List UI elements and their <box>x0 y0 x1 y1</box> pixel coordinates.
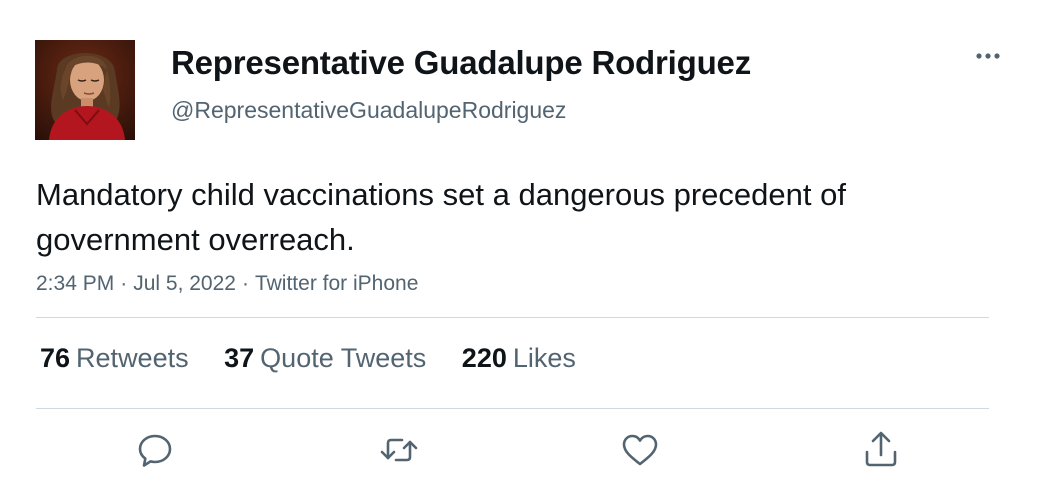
likes-count: 220 <box>461 343 507 373</box>
avatar-image <box>35 40 135 140</box>
retweets-label: Retweets <box>76 343 189 373</box>
quote-tweets-count: 37 <box>224 343 255 373</box>
avatar[interactable] <box>35 40 135 140</box>
share-button[interactable] <box>859 428 903 472</box>
likes-label: Likes <box>512 343 576 373</box>
retweets-count: 76 <box>40 343 71 373</box>
author-display-name[interactable]: Representative Guadalupe Rodriguez <box>171 44 751 82</box>
author-handle[interactable]: @RepresentativeGuadalupeRodriguez <box>171 97 566 124</box>
reply-icon <box>138 434 172 467</box>
quote-tweets-label: Quote Tweets <box>260 343 427 373</box>
more-options-button[interactable] <box>968 44 1008 68</box>
tweet-stats: 76 Retweets 37 Quote Tweets 220 Likes <box>40 343 604 374</box>
meta-separator: · <box>241 272 249 295</box>
tweet-date[interactable]: Jul 5, 2022 <box>133 272 236 295</box>
tweet-time[interactable]: 2:34 PM <box>36 272 114 295</box>
heart-icon <box>622 434 658 466</box>
like-button[interactable] <box>618 428 662 472</box>
tweet-source[interactable]: Twitter for iPhone <box>255 272 418 295</box>
more-icon <box>976 53 1000 59</box>
tweet-meta: 2:34 PM · Jul 5, 2022 · Twitter for iPhone <box>36 272 418 296</box>
likes-stat[interactable]: 220 Likes <box>462 343 576 373</box>
meta-separator: · <box>120 272 128 295</box>
quote-tweets-stat[interactable]: 37 Quote Tweets <box>224 343 426 373</box>
reply-button[interactable] <box>133 428 177 472</box>
divider <box>36 408 989 409</box>
retweet-button[interactable] <box>377 428 421 472</box>
retweets-stat[interactable]: 76 Retweets <box>40 343 189 373</box>
tweet-text: Mandatory child vaccinations set a dange… <box>36 177 846 257</box>
retweet-icon <box>380 438 418 462</box>
divider <box>36 317 989 318</box>
share-icon <box>865 431 897 467</box>
